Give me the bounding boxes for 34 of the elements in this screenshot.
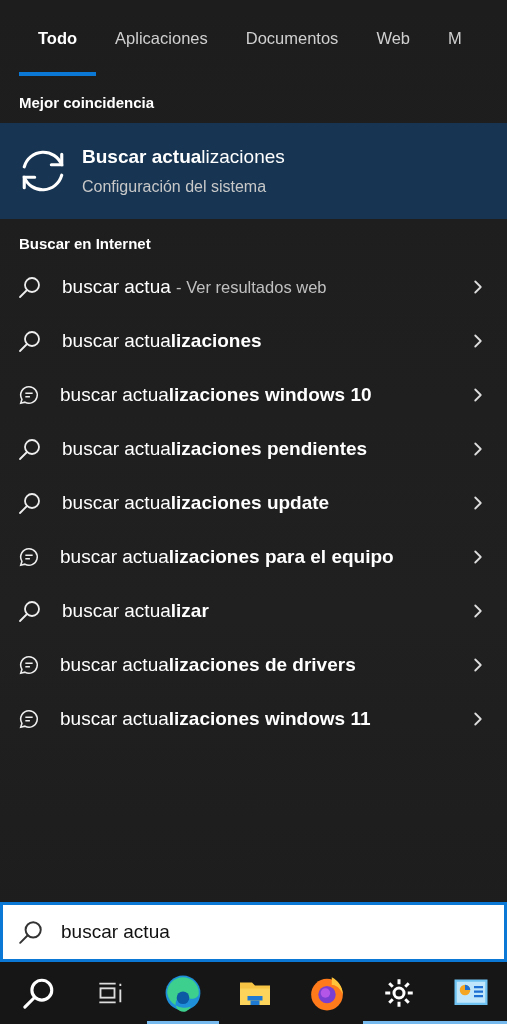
suggestion-text[interactable]: buscar actualizaciones bbox=[62, 330, 262, 351]
chat-bubble-icon bbox=[18, 384, 40, 406]
suggestion-text[interactable]: buscar actualizar bbox=[62, 600, 209, 621]
suggestion-text[interactable]: buscar actualizaciones windows 11 bbox=[60, 708, 371, 729]
section-heading: Mejor coincidencia bbox=[18, 93, 156, 113]
result-subtitle: Configuración del sistema bbox=[82, 178, 268, 196]
search-icon bbox=[18, 599, 42, 623]
chat-bubble-icon bbox=[18, 546, 40, 568]
suggestion-text[interactable]: buscar actua bbox=[62, 276, 171, 297]
search-icon bbox=[18, 919, 44, 945]
browser-icon[interactable] bbox=[164, 974, 202, 1012]
tab[interactable]: Documentos bbox=[226, 0, 358, 76]
chat-bubble-icon bbox=[18, 708, 40, 730]
suggestion-text[interactable]: buscar actualizaciones update bbox=[62, 492, 330, 513]
suggestion-text[interactable]: buscar actualizaciones pendientes bbox=[62, 438, 368, 459]
settings-icon[interactable] bbox=[384, 978, 414, 1008]
tab[interactable]: M bbox=[429, 0, 481, 76]
suggestion-text[interactable]: buscar actualizaciones para el equipo bbox=[60, 546, 394, 567]
search-icon bbox=[18, 329, 42, 353]
section-heading: Buscar en Internet bbox=[18, 234, 152, 254]
chat-bubble-icon bbox=[18, 654, 40, 676]
search-icon bbox=[18, 275, 42, 299]
search-icon bbox=[18, 437, 42, 461]
best-match-item[interactable]: Buscar actualizaciones Configuración del sistema bbox=[0, 123, 507, 219]
suggestion-hint: - Ver resultados web bbox=[176, 278, 327, 296]
search-field[interactable]: buscar actua bbox=[0, 902, 507, 962]
suggestion-text[interactable]: buscar actualizaciones windows 10 bbox=[60, 384, 372, 405]
search-icon[interactable] bbox=[22, 976, 56, 1010]
tab[interactable]: Aplicaciones bbox=[96, 0, 227, 76]
suggestion-text[interactable]: buscar actualizaciones de drivers bbox=[60, 654, 356, 675]
search-icon bbox=[18, 491, 42, 515]
tab[interactable]: Web bbox=[357, 0, 429, 76]
result-title: Buscar actualizaciones bbox=[82, 146, 285, 168]
tab[interactable]: Todo bbox=[19, 0, 97, 76]
